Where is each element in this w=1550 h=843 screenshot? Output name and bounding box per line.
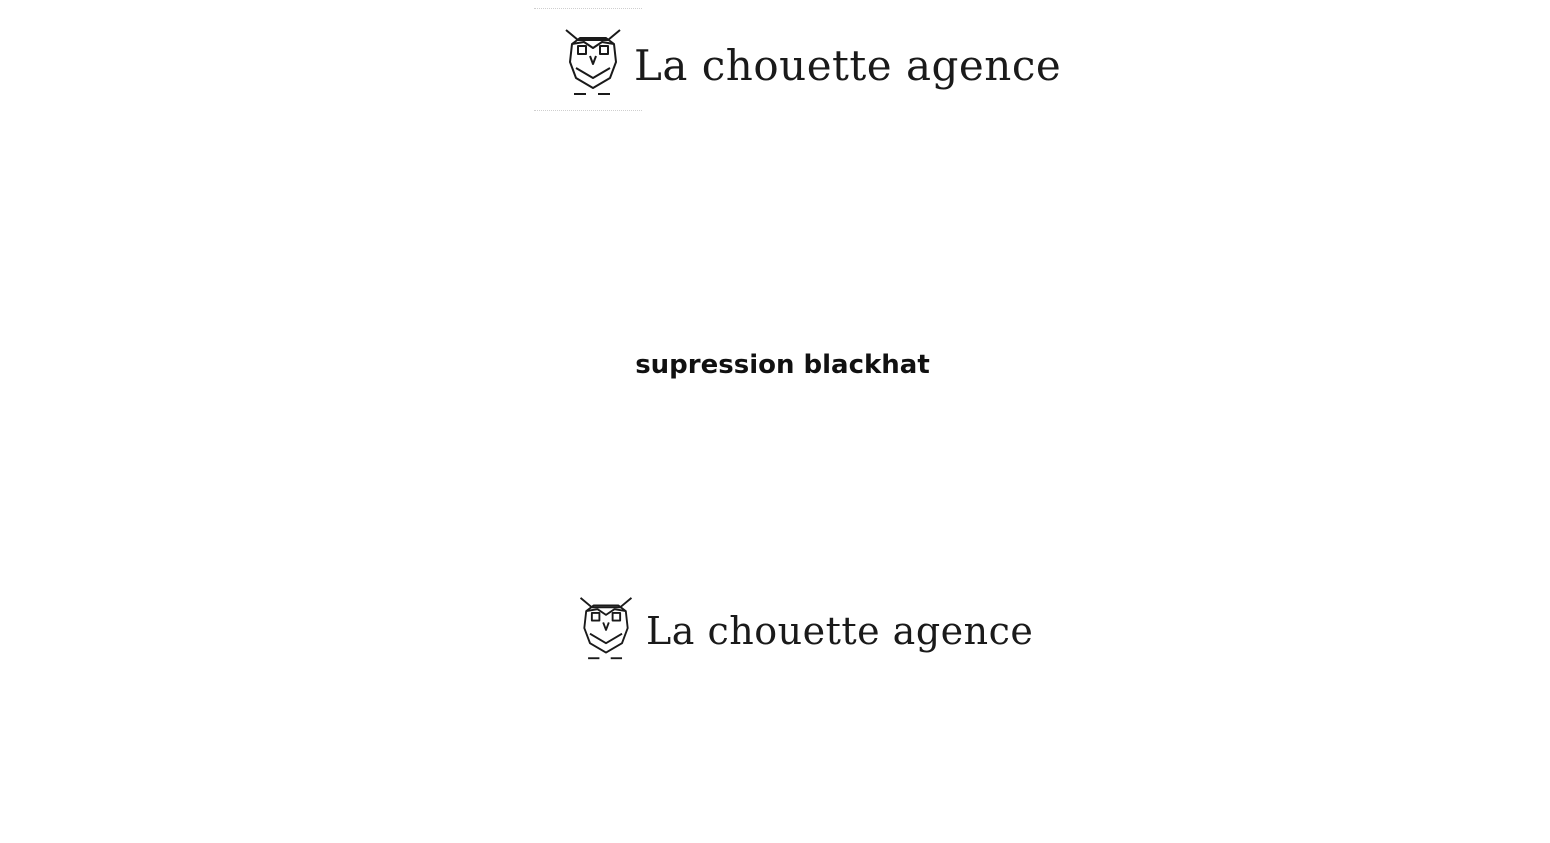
footer-logo[interactable]: La chouette agence: [578, 596, 1033, 666]
header-logo[interactable]: La chouette agence: [564, 28, 1061, 102]
page-title: supression blackhat: [635, 350, 930, 380]
divider-top: [534, 8, 642, 9]
logo-text: La chouette agence: [646, 609, 1034, 653]
owl-icon: [578, 596, 634, 666]
divider-bottom: [534, 110, 642, 111]
owl-icon: [564, 28, 622, 102]
logo-text: La chouette agence: [634, 40, 1062, 90]
